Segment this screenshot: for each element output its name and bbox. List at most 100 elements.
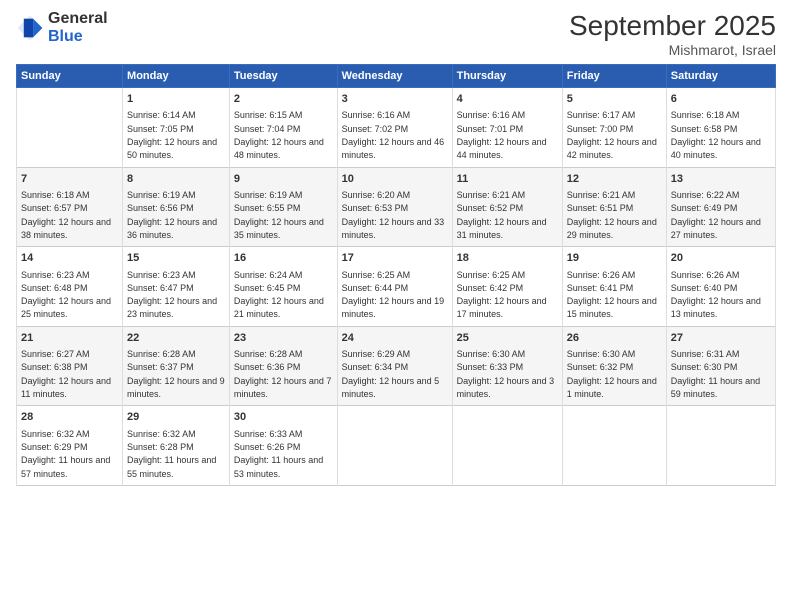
calendar-week-row: 7 Sunrise: 6:18 AMSunset: 6:57 PMDaylight…	[17, 167, 776, 247]
cell-content: Sunrise: 6:28 AMSunset: 6:36 PMDaylight:…	[234, 349, 332, 399]
logo-general-text: General	[48, 10, 108, 28]
calendar-week-row: 28 Sunrise: 6:32 AMSunset: 6:29 PMDayligh…	[17, 406, 776, 486]
logo: General Blue	[16, 10, 108, 45]
day-number: 25	[457, 331, 558, 346]
calendar-cell: 1 Sunrise: 6:14 AMSunset: 7:05 PMDaylight…	[123, 88, 230, 168]
day-number: 27	[671, 331, 771, 346]
day-number: 1	[127, 92, 225, 107]
calendar-cell: 30 Sunrise: 6:33 AMSunset: 6:26 PMDayligh…	[229, 406, 337, 486]
day-number: 8	[127, 172, 225, 187]
weekday-header: Friday	[562, 65, 666, 88]
cell-content: Sunrise: 6:16 AMSunset: 7:01 PMDaylight:…	[457, 110, 547, 160]
calendar-cell: 8 Sunrise: 6:19 AMSunset: 6:56 PMDaylight…	[123, 167, 230, 247]
day-number: 17	[342, 251, 448, 266]
cell-content: Sunrise: 6:18 AMSunset: 6:57 PMDaylight:…	[21, 190, 111, 240]
cell-content: Sunrise: 6:31 AMSunset: 6:30 PMDaylight:…	[671, 349, 760, 399]
day-number: 29	[127, 410, 225, 425]
day-number: 7	[21, 172, 118, 187]
cell-content: Sunrise: 6:30 AMSunset: 6:32 PMDaylight:…	[567, 349, 657, 399]
calendar-cell: 29Sunrise: 6:32 AMSunset: 6:28 PMDayligh…	[123, 406, 230, 486]
calendar-cell: 16 Sunrise: 6:24 AMSunset: 6:45 PMDayligh…	[229, 247, 337, 327]
day-number: 23	[234, 331, 333, 346]
cell-content: Sunrise: 6:25 AMSunset: 6:44 PMDaylight:…	[342, 270, 445, 320]
calendar-cell	[452, 406, 562, 486]
calendar-cell: 25 Sunrise: 6:30 AMSunset: 6:33 PMDayligh…	[452, 326, 562, 406]
weekday-header: Monday	[123, 65, 230, 88]
calendar-cell: 11 Sunrise: 6:21 AMSunset: 6:52 PMDayligh…	[452, 167, 562, 247]
day-number: 12	[567, 172, 662, 187]
weekday-header: Thursday	[452, 65, 562, 88]
calendar-cell: 26Sunrise: 6:30 AMSunset: 6:32 PMDayligh…	[562, 326, 666, 406]
day-number: 18	[457, 251, 558, 266]
cell-content: Sunrise: 6:21 AMSunset: 6:52 PMDaylight:…	[457, 190, 547, 240]
calendar-cell	[17, 88, 123, 168]
calendar-cell: 6 Sunrise: 6:18 AMSunset: 6:58 PMDaylight…	[666, 88, 775, 168]
calendar-cell: 20Sunrise: 6:26 AMSunset: 6:40 PMDayligh…	[666, 247, 775, 327]
calendar-cell: 5 Sunrise: 6:17 AMSunset: 7:00 PMDaylight…	[562, 88, 666, 168]
calendar-week-row: 14Sunrise: 6:23 AMSunset: 6:48 PMDayligh…	[17, 247, 776, 327]
day-number: 10	[342, 172, 448, 187]
calendar-cell: 3 Sunrise: 6:16 AMSunset: 7:02 PMDaylight…	[337, 88, 452, 168]
day-number: 3	[342, 92, 448, 107]
weekday-header: Saturday	[666, 65, 775, 88]
day-number: 21	[21, 331, 118, 346]
cell-content: Sunrise: 6:21 AMSunset: 6:51 PMDaylight:…	[567, 190, 657, 240]
cell-content: Sunrise: 6:23 AMSunset: 6:47 PMDaylight:…	[127, 270, 217, 320]
day-number: 14	[21, 251, 118, 266]
header: General Blue September 2025 Mishmarot, I…	[16, 10, 776, 58]
day-number: 5	[567, 92, 662, 107]
cell-content: Sunrise: 6:26 AMSunset: 6:40 PMDaylight:…	[671, 270, 761, 320]
calendar-cell: 21 Sunrise: 6:27 AMSunset: 6:38 PMDayligh…	[17, 326, 123, 406]
cell-content: Sunrise: 6:30 AMSunset: 6:33 PMDaylight:…	[457, 349, 555, 399]
calendar-cell	[562, 406, 666, 486]
cell-content: Sunrise: 6:16 AMSunset: 7:02 PMDaylight:…	[342, 110, 445, 160]
day-number: 19	[567, 251, 662, 266]
calendar-cell: 17 Sunrise: 6:25 AMSunset: 6:44 PMDayligh…	[337, 247, 452, 327]
day-number: 6	[671, 92, 771, 107]
cell-content: Sunrise: 6:15 AMSunset: 7:04 PMDaylight:…	[234, 110, 324, 160]
day-number: 30	[234, 410, 333, 425]
cell-content: Sunrise: 6:24 AMSunset: 6:45 PMDaylight:…	[234, 270, 324, 320]
day-number: 4	[457, 92, 558, 107]
cell-content: Sunrise: 6:19 AMSunset: 6:55 PMDaylight:…	[234, 190, 324, 240]
day-number: 16	[234, 251, 333, 266]
calendar-cell: 13Sunrise: 6:22 AMSunset: 6:49 PMDayligh…	[666, 167, 775, 247]
cell-content: Sunrise: 6:32 AMSunset: 6:29 PMDaylight:…	[21, 429, 110, 479]
day-number: 28	[21, 410, 118, 425]
cell-content: Sunrise: 6:26 AMSunset: 6:41 PMDaylight:…	[567, 270, 657, 320]
calendar-cell	[666, 406, 775, 486]
cell-content: Sunrise: 6:18 AMSunset: 6:58 PMDaylight:…	[671, 110, 761, 160]
weekday-header: Sunday	[17, 65, 123, 88]
calendar-cell: 12 Sunrise: 6:21 AMSunset: 6:51 PMDayligh…	[562, 167, 666, 247]
calendar-cell	[337, 406, 452, 486]
logo-text: General Blue	[48, 10, 108, 45]
cell-content: Sunrise: 6:20 AMSunset: 6:53 PMDaylight:…	[342, 190, 445, 240]
cell-content: Sunrise: 6:19 AMSunset: 6:56 PMDaylight:…	[127, 190, 217, 240]
logo-icon	[16, 14, 44, 42]
calendar-cell: 19 Sunrise: 6:26 AMSunset: 6:41 PMDayligh…	[562, 247, 666, 327]
cell-content: Sunrise: 6:28 AMSunset: 6:37 PMDaylight:…	[127, 349, 225, 399]
calendar-cell: 10 Sunrise: 6:20 AMSunset: 6:53 PMDayligh…	[337, 167, 452, 247]
day-number: 11	[457, 172, 558, 187]
calendar-week-row: 1 Sunrise: 6:14 AMSunset: 7:05 PMDaylight…	[17, 88, 776, 168]
title-block: September 2025 Mishmarot, Israel	[569, 10, 776, 58]
calendar-cell: 14Sunrise: 6:23 AMSunset: 6:48 PMDayligh…	[17, 247, 123, 327]
calendar-cell: 28 Sunrise: 6:32 AMSunset: 6:29 PMDayligh…	[17, 406, 123, 486]
calendar-cell: 7 Sunrise: 6:18 AMSunset: 6:57 PMDaylight…	[17, 167, 123, 247]
main-title: September 2025	[569, 10, 776, 42]
calendar-table: SundayMondayTuesdayWednesdayThursdayFrid…	[16, 64, 776, 486]
calendar-cell: 9Sunrise: 6:19 AMSunset: 6:55 PMDaylight…	[229, 167, 337, 247]
calendar-week-row: 21 Sunrise: 6:27 AMSunset: 6:38 PMDayligh…	[17, 326, 776, 406]
cell-content: Sunrise: 6:17 AMSunset: 7:00 PMDaylight:…	[567, 110, 657, 160]
header-row: SundayMondayTuesdayWednesdayThursdayFrid…	[17, 65, 776, 88]
calendar-cell: 27 Sunrise: 6:31 AMSunset: 6:30 PMDayligh…	[666, 326, 775, 406]
calendar-cell: 18Sunrise: 6:25 AMSunset: 6:42 PMDayligh…	[452, 247, 562, 327]
cell-content: Sunrise: 6:27 AMSunset: 6:38 PMDaylight:…	[21, 349, 111, 399]
calendar-cell: 23 Sunrise: 6:28 AMSunset: 6:36 PMDayligh…	[229, 326, 337, 406]
calendar-cell: 22 Sunrise: 6:28 AMSunset: 6:37 PMDayligh…	[123, 326, 230, 406]
weekday-header: Tuesday	[229, 65, 337, 88]
day-number: 22	[127, 331, 225, 346]
cell-content: Sunrise: 6:14 AMSunset: 7:05 PMDaylight:…	[127, 110, 217, 160]
subtitle: Mishmarot, Israel	[569, 42, 776, 58]
cell-content: Sunrise: 6:33 AMSunset: 6:26 PMDaylight:…	[234, 429, 323, 479]
